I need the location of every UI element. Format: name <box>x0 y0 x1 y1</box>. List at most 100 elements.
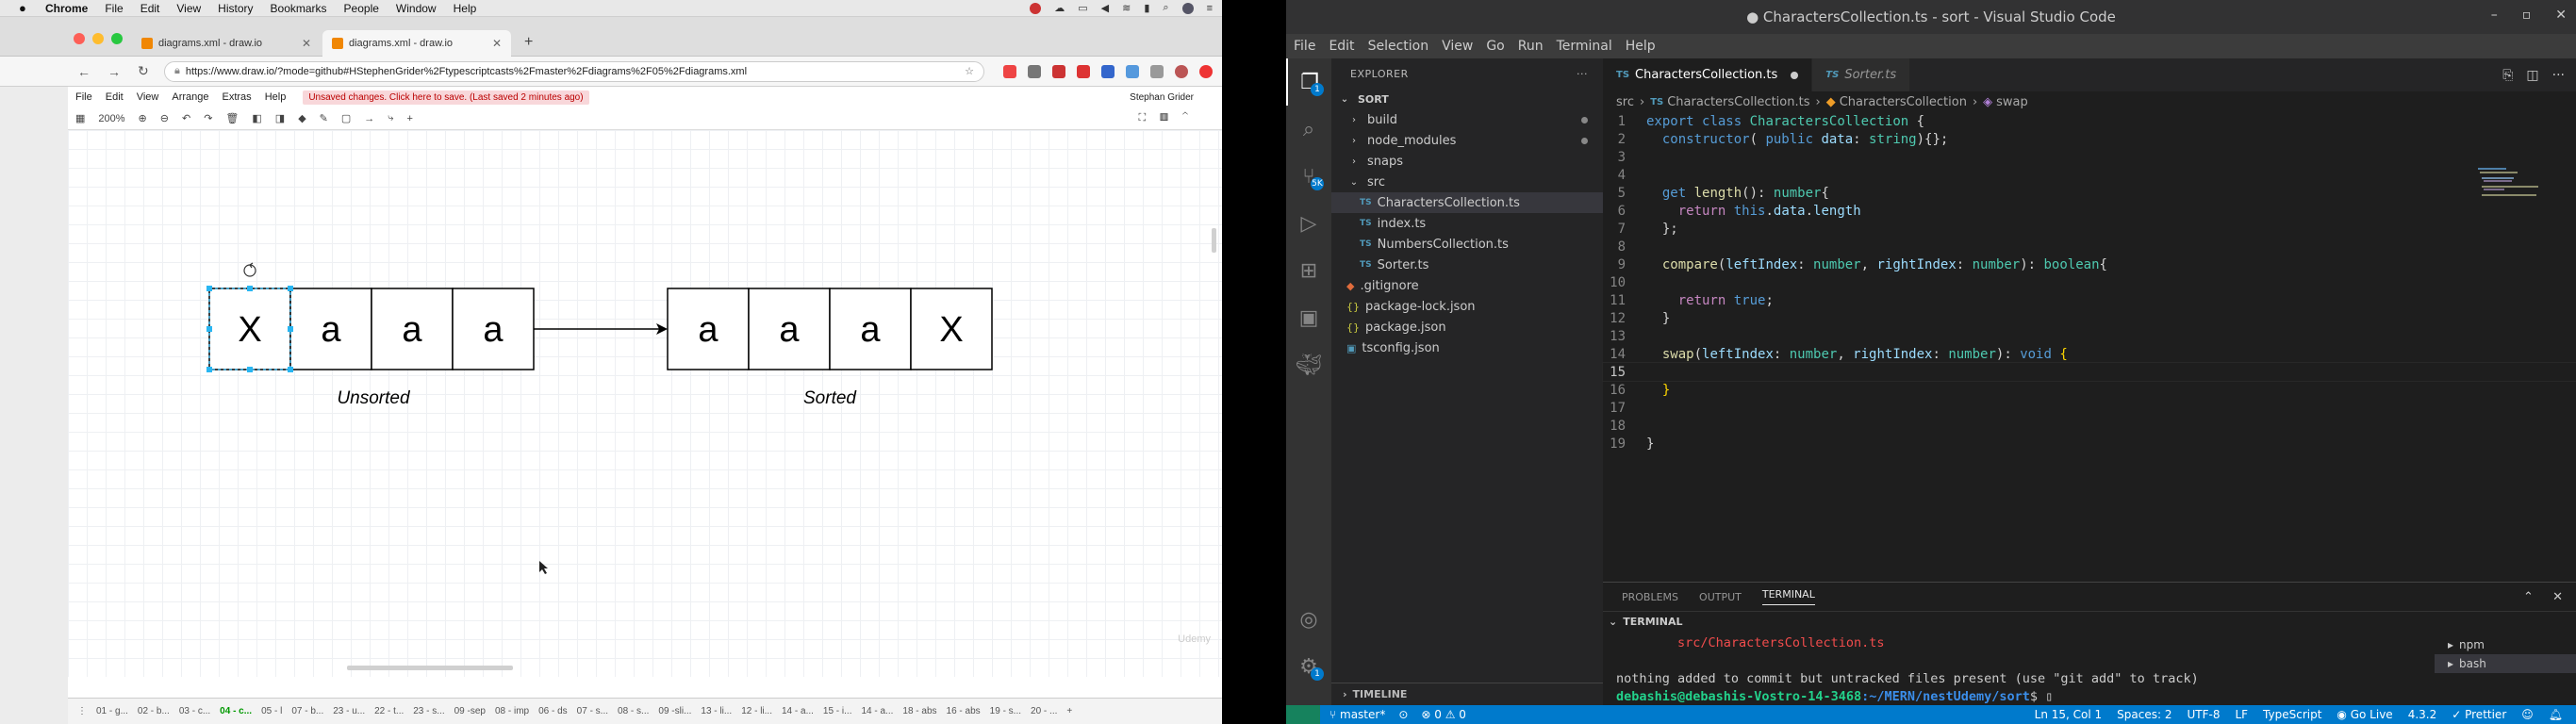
fullscreen-icon[interactable]: ⛶ ▥ ⌃ <box>1138 112 1194 124</box>
tree-folder[interactable]: › snaps <box>1331 151 1603 172</box>
vmenu-go[interactable]: Go <box>1486 39 1504 54</box>
drawio-menu-file[interactable]: File <box>75 91 92 103</box>
search-icon[interactable]: ⌕ <box>1286 106 1331 153</box>
chrome-tab[interactable]: diagrams.xml - draw.io ✕ <box>132 30 321 57</box>
menu-people[interactable]: People <box>344 2 379 15</box>
tree-file[interactable]: ◆ .gitignore <box>1331 275 1603 296</box>
page-tab[interactable]: 07 - s... <box>577 706 608 716</box>
drawio-menu-extras[interactable]: Extras <box>223 91 252 103</box>
run-debug-icon[interactable]: ▷ <box>1286 200 1331 247</box>
code-line[interactable]: 1 export class CharactersCollection { <box>1603 112 2576 130</box>
tree-folder[interactable]: › node_modules <box>1331 130 1603 151</box>
page-tab[interactable]: 13 - li... <box>701 706 732 716</box>
page-tab[interactable]: 02 - b... <box>138 706 170 716</box>
maximize-panel-icon[interactable]: ⌃ <box>2523 590 2534 604</box>
extension-icon[interactable] <box>1028 64 1041 78</box>
tree-file[interactable]: TS CharactersCollection.ts <box>1331 192 1603 213</box>
bookmark-star-icon[interactable]: ☆ <box>965 65 974 77</box>
tree-file[interactable]: ▣ tsconfig.json <box>1331 337 1603 358</box>
code-line[interactable]: 17 <box>1603 399 2576 417</box>
line-color-icon[interactable]: ✎ <box>320 112 328 124</box>
code-line[interactable]: 6 return this. data. length <box>1603 202 2576 220</box>
page-tab[interactable]: 23 - u... <box>333 706 365 716</box>
page-tab[interactable]: 22 - t... <box>374 706 404 716</box>
zoom-select[interactable]: 200% <box>98 113 124 124</box>
minimap[interactable] <box>2478 168 2563 206</box>
code-line[interactable]: 10 <box>1603 273 2576 291</box>
live-share-icon[interactable]: ⊙ <box>1398 708 1408 721</box>
menu-window[interactable]: Window <box>396 2 437 15</box>
page-tab[interactable]: 07 - b... <box>291 706 323 716</box>
chrome-menu-icon[interactable] <box>1199 64 1213 78</box>
page-tab[interactable]: 05 - l <box>261 706 282 716</box>
battery-icon[interactable]: ▮ <box>1144 2 1149 14</box>
vmenu-run[interactable]: Run <box>1518 39 1544 54</box>
code-line[interactable]: 12 } <box>1603 309 2576 327</box>
feedback-icon[interactable]: ☺ <box>2521 708 2534 721</box>
settings-gear-icon[interactable]: ⚙ 1 <box>1286 643 1331 690</box>
close-tab-icon[interactable]: ✕ <box>302 37 311 50</box>
avatar[interactable] <box>1175 64 1188 78</box>
git-branch[interactable]: ⑂ master* <box>1329 708 1385 721</box>
code-line[interactable]: 11 return true; <box>1603 291 2576 309</box>
timeline-section[interactable]: › TIMELINE <box>1331 683 1603 705</box>
tree-file[interactable]: {} package.json <box>1331 317 1603 337</box>
forward-arrow-icon[interactable]: → <box>107 64 124 79</box>
drawio-menu-view[interactable]: View <box>137 91 159 103</box>
page-tab[interactable]: 08 - imp <box>495 706 529 716</box>
menu-view[interactable]: View <box>176 2 201 15</box>
chrome-tab-active[interactable]: diagrams.xml - draw.io ✕ <box>322 30 511 57</box>
code-line[interactable]: 3 <box>1603 148 2576 166</box>
spotlight-icon[interactable]: ⌕ <box>1163 2 1168 14</box>
extension-icon[interactable] <box>1126 64 1139 78</box>
page-tab[interactable]: 09 -sep <box>454 706 486 716</box>
menu-app[interactable]: Chrome <box>45 2 88 15</box>
chevron-down-icon[interactable]: ⌄ <box>1609 616 1617 628</box>
unsaved-changes-button[interactable]: Unsaved changes. Click here to save. (La… <box>303 90 589 105</box>
fill-color-icon[interactable]: ◆ <box>298 112 305 124</box>
folder-root[interactable]: ⌄ SORT <box>1331 89 1603 109</box>
page-tab[interactable]: 08 - s... <box>618 706 649 716</box>
more-actions-icon[interactable]: ··· <box>2552 68 2565 83</box>
insert-icon[interactable]: + <box>406 113 412 124</box>
code-line[interactable]: 13 <box>1603 327 2576 345</box>
connection-icon[interactable]: → <box>364 113 374 124</box>
shadow-icon[interactable]: ▢ <box>341 112 351 124</box>
page-tab[interactable]: 15 - i... <box>823 706 852 716</box>
vmenu-selection[interactable]: Selection <box>1368 39 1429 54</box>
open-changes-icon[interactable]: ⎘ <box>2502 68 2513 83</box>
recording-icon[interactable] <box>1030 2 1042 14</box>
page-menu-icon[interactable]: ⋮ <box>77 706 87 716</box>
page-tab[interactable]: 03 - c... <box>179 706 210 716</box>
zoom-in-icon[interactable]: ⊕ <box>139 112 147 124</box>
to-back-icon[interactable]: ◨ <box>275 112 285 124</box>
account-icon[interactable]: ◎ <box>1286 596 1331 643</box>
remote-explorer-icon[interactable]: ▣ <box>1286 294 1331 341</box>
menu-bookmarks[interactable]: Bookmarks <box>271 2 327 15</box>
page-tab[interactable]: 14 - a... <box>861 706 893 716</box>
diagram-canvas[interactable]: X a a a a a a X Unsorted Sorted Udemy <box>68 130 1222 677</box>
menu-history[interactable]: History <box>218 2 253 15</box>
connector-arrow[interactable] <box>534 323 668 335</box>
encoding[interactable]: UTF-8 <box>2187 708 2220 721</box>
vmenu-terminal[interactable]: Terminal <box>1557 39 1612 54</box>
tree-folder[interactable]: ⌄ src <box>1331 172 1603 192</box>
split-editor-icon[interactable]: ◫ <box>2526 68 2538 83</box>
page-tab[interactable]: 16 - abs <box>947 706 981 716</box>
restore-icon[interactable]: ▫ <box>2522 8 2532 23</box>
minimize-icon[interactable]: – <box>2491 8 2498 23</box>
explorer-icon[interactable]: ❐ 1 <box>1286 58 1331 106</box>
tree-file[interactable]: {} package-lock.json <box>1331 296 1603 317</box>
go-live-button[interactable]: ◉ Go Live <box>2337 708 2392 721</box>
close-icon[interactable]: ✕ <box>2555 8 2567 23</box>
waypoints-icon[interactable]: ⤷ <box>388 112 393 124</box>
editor-tab[interactable]: TS Sorter.ts <box>1812 58 1911 91</box>
tree-file[interactable]: TS NumbersCollection.ts <box>1331 234 1603 255</box>
editor-tab-active[interactable]: TS CharactersCollection.ts <box>1603 58 1813 91</box>
vmenu-help[interactable]: Help <box>1626 39 1656 54</box>
sorted-label[interactable]: Sorted <box>803 388 857 408</box>
extension-icon[interactable] <box>1077 64 1090 78</box>
extension-icon[interactable] <box>1003 64 1016 78</box>
delete-icon[interactable]: 🗑︎ <box>225 112 239 124</box>
page-tab[interactable]: 12 - li... <box>741 706 772 716</box>
